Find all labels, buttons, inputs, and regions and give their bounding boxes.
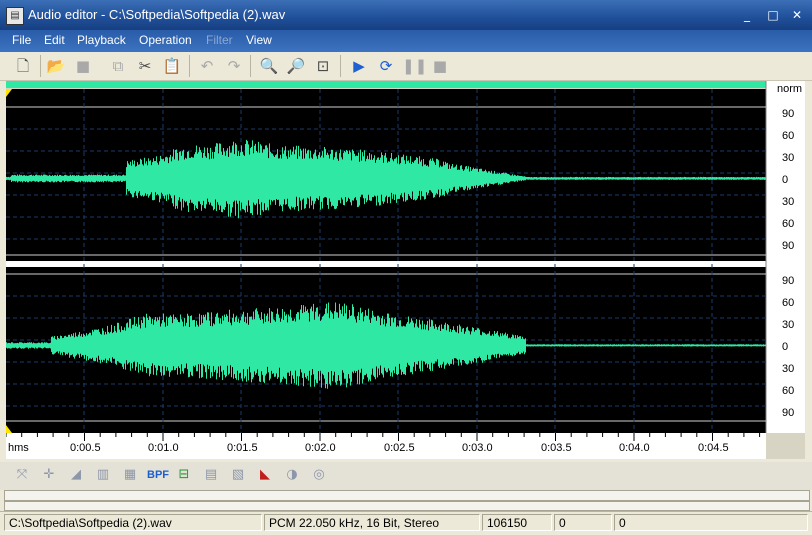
time-tick-label: 0:04.5 — [698, 442, 729, 454]
ch1-scale-label: 30 — [782, 152, 795, 164]
title-bar: ▤ Audio editor - C:\Softpedia\Softpedia … — [0, 0, 812, 30]
stop-icon[interactable]: ■ — [429, 55, 451, 77]
undo-icon[interactable]: ↶ — [196, 55, 218, 77]
app-icon: ▤ — [6, 7, 24, 25]
fade-in-icon[interactable]: ◢ — [66, 465, 86, 485]
status-bar: C:\Softpedia\Softpedia (2).wav PCM 22.05… — [0, 511, 812, 535]
waveform-panel[interactable]: norm 90 60 30 0 30 60 90 90 60 30 0 30 6… — [6, 81, 805, 459]
norm-label: norm — [777, 83, 803, 95]
reverse-icon[interactable]: ◑ — [282, 465, 302, 485]
ch2-scale-label: 30 — [782, 319, 795, 331]
toolbar-separator — [40, 55, 41, 77]
status-selection-length: 0 — [614, 514, 808, 531]
ch2-scale-label: 90 — [782, 275, 795, 287]
menu-operation[interactable]: Operation — [139, 33, 192, 47]
play-loop-icon[interactable]: ⟳ — [375, 55, 397, 77]
silence-icon[interactable]: ⊟ — [174, 465, 194, 485]
zoom-in-icon[interactable]: 🔍 — [258, 55, 280, 77]
horizontal-scrollbar[interactable] — [4, 490, 810, 501]
new-file-icon[interactable]: 🗋 — [12, 55, 34, 77]
time-tick-label: 0:03.0 — [462, 442, 493, 454]
copy-icon[interactable]: ⧉ — [107, 55, 129, 77]
status-format: PCM 22.050 kHz, 16 Bit, Stereo — [264, 514, 480, 531]
ch1-scale-label: 0 — [782, 174, 789, 186]
zoom-out-icon[interactable]: 🔎 — [285, 55, 307, 77]
progress-bar — [4, 501, 810, 511]
maximize-button[interactable]: □ — [764, 6, 782, 24]
ch1-scale-label: 60 — [782, 218, 795, 230]
effects-toolbar: ⤧ ✛ ◢ ▥ ▦ BPF ⊟ ▤ ▧ ◣ ◑ ◎ — [0, 462, 812, 490]
time-tick-label: 0:03.5 — [541, 442, 572, 454]
amplify-icon[interactable]: ▥ — [93, 465, 113, 485]
ch2-scale-label: 60 — [782, 297, 795, 309]
toolbar-separator — [250, 55, 251, 77]
status-file: C:\Softpedia\Softpedia (2).wav — [4, 514, 262, 531]
menu-view[interactable]: View — [246, 33, 272, 47]
ch1-scale-label: 60 — [782, 130, 795, 142]
pause-icon[interactable]: ❚❚ — [402, 55, 427, 77]
time-unit-label: hms — [8, 442, 29, 454]
time-tick-label: 0:02.0 — [305, 442, 336, 454]
menu-bar: File Edit Playback Operation Filter View — [0, 30, 812, 52]
channel-separator — [6, 261, 766, 267]
ch1-scale-label: 30 — [782, 196, 795, 208]
bpf-button[interactable]: BPF — [147, 465, 169, 485]
ch1-scale-label: 90 — [782, 108, 795, 120]
cut-icon[interactable]: ✂ — [134, 55, 156, 77]
zoom-fit-icon[interactable]: ⊡ — [312, 55, 334, 77]
save-icon[interactable]: ■ — [72, 55, 94, 77]
redo-icon[interactable]: ↷ — [223, 55, 245, 77]
menu-edit[interactable]: Edit — [44, 33, 65, 47]
waveform-view[interactable] — [6, 81, 805, 459]
time-tick-label: 0:01.0 — [148, 442, 179, 454]
minimize-button[interactable]: _ — [738, 6, 756, 24]
time-tick-label: 0:04.0 — [619, 442, 650, 454]
crosshair-icon[interactable]: ✛ — [39, 465, 59, 485]
close-button[interactable]: ✕ — [788, 6, 806, 24]
overview-bar — [6, 81, 766, 88]
ch2-scale-label: 0 — [782, 341, 789, 353]
ch1-scale-label: 90 — [782, 240, 795, 252]
window-title: Audio editor - C:\Softpedia\Softpedia (2… — [28, 7, 286, 22]
time-tick-label: 0:00.5 — [70, 442, 101, 454]
status-selection-start: 0 — [554, 514, 612, 531]
status-samples: 106150 — [482, 514, 552, 531]
reverb-icon[interactable]: ◎ — [309, 465, 329, 485]
ch2-scale-label: 60 — [782, 385, 795, 397]
paste-icon[interactable]: 📋 — [161, 55, 183, 77]
toolbar-separator — [189, 55, 190, 77]
time-tick-label: 0:02.5 — [384, 442, 415, 454]
ch2-scale-label: 90 — [782, 407, 795, 419]
play-icon[interactable]: ▶ — [348, 55, 370, 77]
compress-icon[interactable]: ▤ — [201, 465, 221, 485]
menu-playback[interactable]: Playback — [77, 33, 126, 47]
time-tick-label: 0:01.5 — [227, 442, 258, 454]
echo-icon[interactable]: ▦ — [120, 465, 140, 485]
menu-filter[interactable]: Filter — [206, 33, 233, 47]
expand-icon[interactable]: ▧ — [228, 465, 248, 485]
toolbar-separator — [340, 55, 341, 77]
fade-out-icon[interactable]: ◣ — [255, 465, 275, 485]
toolbar: 🗋 📂 ■ ⧉ ✂ 📋 ↶ ↷ 🔍 🔎 ⊡ ▶ ⟳ ❚❚ ■ — [0, 52, 812, 81]
ch2-scale-label: 30 — [782, 363, 795, 375]
menu-file[interactable]: File — [12, 33, 31, 47]
normalize-icon[interactable]: ⤧ — [12, 465, 32, 485]
open-folder-icon[interactable]: 📂 — [45, 55, 67, 77]
